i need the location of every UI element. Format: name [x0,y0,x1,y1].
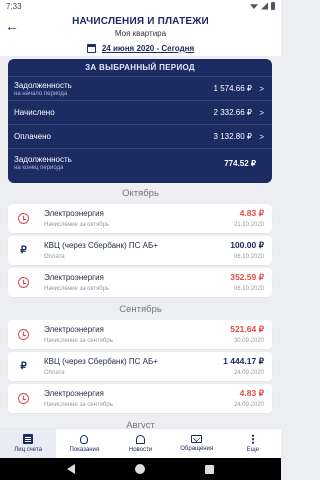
calendar-icon [86,43,96,53]
summary-row-charged[interactable]: Начислено 2 332.66 ₽ > [8,101,272,125]
more-icon [251,434,254,444]
summary-row-paid[interactable]: Оплачено 3 132.80 ₽ > [8,125,272,149]
transaction-amount: 4.83 ₽ [239,208,264,218]
nav-label: Новости [128,446,153,453]
transaction-date: 21.10.2020 [233,222,264,228]
transaction-name: КВЦ (через Сбербанк) ПС АБ+ [44,241,158,250]
wifi-icon [250,4,258,9]
transaction-amount: 100.00 ₽ [230,240,264,250]
cellular-icon [261,2,268,10]
month-header-september: Сентябрь [119,304,162,315]
page-subtitle: Моя квартира [114,29,167,38]
transaction-date: 30.09.2020 [233,338,264,344]
summary-row-debt-end: Задолженность на конец периода 774.52 ₽ [8,149,272,177]
system-back-icon[interactable] [67,464,75,474]
transaction-date: 06.10.2020 [233,286,264,292]
status-bar: 7:33 [0,0,281,12]
transaction-note: Начисление за октябрь [44,286,110,292]
nav-label: Показания [69,446,100,453]
chevron-right-icon: > [259,108,264,117]
period-text[interactable]: 24 июня 2020 - Сегодня [102,44,194,53]
document-icon [23,434,34,444]
transaction-date: 06.10.2020 [233,254,264,260]
transaction-item[interactable]: Электроэнергия Начисление за сентябрь 52… [8,320,272,349]
transaction-amount: 1 444.17 ₽ [223,356,264,366]
summary-sublabel: на начало периода [14,90,68,97]
summary-value: 2 332.66 ₽ [213,108,252,117]
status-time: 7:33 [6,1,22,11]
summary-card: ЗА ВЫБРАННЫЙ ПЕРИОД Задолженность на нач… [8,59,272,183]
summary-label: Начислено [14,108,55,117]
system-home-icon[interactable] [135,464,145,474]
clock-icon [18,329,29,340]
summary-title: ЗА ВЫБРАННЫЙ ПЕРИОД [8,59,272,77]
nav-requests[interactable]: Обращения [169,429,225,458]
summary-value: 774.52 ₽ [224,158,256,168]
nav-label: Еще [246,447,260,453]
system-navigation-bar [0,458,281,480]
summary-label: Оплачено [14,132,51,141]
transaction-name: КВЦ (через Сбербанк) ПС АБ+ [44,357,158,366]
system-recents-icon[interactable] [205,464,214,474]
transaction-note: Оплата [44,254,65,260]
chevron-right-icon: > [259,84,264,93]
summary-label: Задолженность [14,155,72,164]
battery-icon [271,2,275,10]
summary-row-debt-start[interactable]: Задолженность на начало периода 1 574.66… [8,77,272,101]
transaction-item[interactable]: Электроэнергия Начисление за сентябрь 4.… [8,384,272,413]
nav-accounts[interactable]: Лиц.счета [0,429,57,458]
transaction-amount: 352.59 ₽ [230,272,264,282]
nav-label: Лиц.счета [14,447,42,453]
transaction-item[interactable]: Электроэнергия Начисление за октябрь 4.8… [8,204,272,233]
summary-value: 1 574.66 ₽ [213,84,252,93]
transaction-note: Начисление за сентябрь [44,402,113,408]
transaction-date: 24.09.2020 [233,402,264,408]
transaction-note: Начисление за октябрь [44,222,110,228]
transaction-amount: 521.64 ₽ [230,324,264,334]
period-selector[interactable]: 24 июня 2020 - Сегодня [0,42,281,54]
nav-readings[interactable]: Показания [56,429,112,458]
transaction-name: Электроэнергия [44,209,104,218]
transaction-name: Электроэнергия [44,389,104,398]
bottom-navigation: Лиц.счета Показания Новости Обращения Ещ… [0,428,281,458]
summary-label: Задолженность [14,80,72,90]
page-title: НАЧИСЛЕНИЯ И ПЛАТЕЖИ [72,16,209,27]
clock-icon [18,393,29,404]
transaction-item[interactable]: ₽ КВЦ (через Сбербанк) ПС АБ+ Оплата 1 4… [8,352,272,381]
transaction-name: Электроэнергия [44,273,104,282]
nav-news[interactable]: Новости [112,429,168,458]
nav-label: Обращения [180,446,214,452]
chevron-right-icon: > [259,132,264,141]
month-header-october: Октябрь [122,188,159,199]
nav-more[interactable]: Еще [225,429,281,458]
mail-icon [191,435,203,443]
transaction-note: Оплата [44,370,65,376]
transaction-amount: 4.83 ₽ [239,388,264,398]
bell-icon [136,434,145,444]
transaction-note: Начисление за сентябрь [44,338,113,344]
transaction-item[interactable]: Электроэнергия Начисление за октябрь 352… [8,268,272,297]
ruble-icon: ₽ [20,361,27,372]
bulb-icon [80,434,89,444]
ruble-icon: ₽ [20,245,27,256]
transaction-name: Электроэнергия [44,325,104,334]
clock-icon [18,277,29,288]
summary-value: 3 132.80 ₽ [213,132,252,141]
app-header: ← НАЧИСЛЕНИЯ И ПЛАТЕЖИ Моя квартира 24 и… [0,12,281,56]
clock-icon [18,213,29,224]
transaction-item[interactable]: ₽ КВЦ (через Сбербанк) ПС АБ+ Оплата 100… [8,236,272,265]
summary-sublabel: на конец периода [14,165,64,171]
transaction-date: 24.09.2020 [233,370,264,376]
